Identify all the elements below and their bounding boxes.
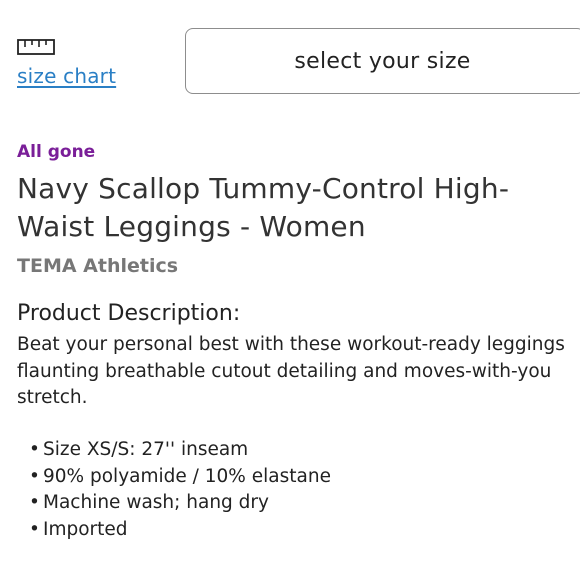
feature-list: • Size XS/S: 27'' inseam • 90% polyamide… bbox=[17, 437, 331, 543]
size-chart-link[interactable]: size chart bbox=[17, 64, 116, 88]
feature-text: Size XS/S: 27'' inseam bbox=[43, 439, 249, 460]
list-item: • 90% polyamide / 10% elastane bbox=[17, 464, 331, 491]
feature-text: 90% polyamide / 10% elastane bbox=[43, 465, 331, 487]
stock-status-badge: All gone bbox=[17, 142, 96, 162]
bullet-icon: • bbox=[29, 465, 40, 487]
size-select-button[interactable]: select your size bbox=[185, 28, 580, 94]
description-heading: Product Description: bbox=[17, 301, 241, 326]
list-item: • Machine wash; hang dry bbox=[17, 490, 331, 517]
bullet-icon: • bbox=[29, 518, 40, 540]
feature-text: Imported bbox=[43, 518, 128, 540]
description-body: Beat your personal best with these worko… bbox=[17, 334, 565, 408]
feature-text: Machine wash; hang dry bbox=[43, 492, 269, 513]
bullet-icon: • bbox=[29, 439, 40, 460]
brand-name: TEMA Athletics bbox=[17, 255, 179, 277]
product-detail-page: size chart select your size All gone Nav… bbox=[0, 0, 580, 580]
list-item: • Size XS/S: 27'' inseam bbox=[17, 437, 331, 464]
product-title: Navy Scallop Tummy-Control High-Waist Le… bbox=[17, 172, 510, 243]
size-chart[interactable]: size chart bbox=[17, 36, 116, 88]
list-item: • Imported bbox=[17, 517, 331, 544]
ruler-icon[interactable] bbox=[17, 36, 55, 58]
bullet-icon: • bbox=[29, 492, 40, 513]
